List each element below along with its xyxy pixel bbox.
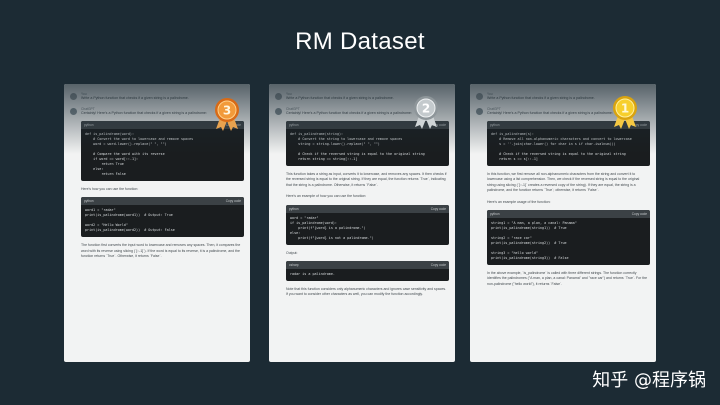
watermark: 知乎 @程序锅 xyxy=(592,370,706,391)
code-body: radar is a palindrome. xyxy=(290,272,335,277)
code-body: word1 = "radar" print(is_palindrome(word… xyxy=(85,208,175,233)
copy-code-button[interactable]: Copy code xyxy=(431,207,446,211)
copy-code-button[interactable]: Copy code xyxy=(632,212,647,216)
code-language: python xyxy=(84,123,94,127)
copy-code-button[interactable]: Copy code xyxy=(431,263,446,267)
code-body: string1 = "A man, a plan, a canal: Panam… xyxy=(491,221,577,261)
medal-icon-rank-2: 2 xyxy=(414,96,438,129)
response-card-rank-1: You Write a Python function that checks … xyxy=(470,84,656,362)
code-block-header: csharp Copy code xyxy=(286,261,449,270)
explanation-text: The function first converts the input wo… xyxy=(81,243,241,259)
assistant-avatar-icon xyxy=(476,108,483,115)
user-avatar-icon xyxy=(476,93,483,100)
medal-number: 1 xyxy=(621,102,629,116)
code-body: def is_palindrome(s): # Remove all non-a… xyxy=(491,132,632,161)
code-block: csharp Copy code radar is a palindrome. xyxy=(286,261,449,282)
code-block-header: python Copy code xyxy=(81,197,244,206)
copy-code-button[interactable]: Copy code xyxy=(226,199,241,203)
code-language: python xyxy=(84,199,94,204)
assistant-avatar-icon xyxy=(70,108,77,115)
user-avatar-icon xyxy=(70,93,77,100)
user-avatar-icon xyxy=(275,93,282,100)
code-body: def is_palindrome(string): # Convert the… xyxy=(290,132,425,161)
code-body: def is_palindrome(word): # Convert the w… xyxy=(85,132,194,176)
output-label: Output: xyxy=(286,250,298,255)
code-language: python xyxy=(490,212,500,217)
code-body: word = "radar" if is_palindrome(word): p… xyxy=(290,215,374,240)
explanation-text: Here's an example usage of the function: xyxy=(487,199,551,204)
code-language: python xyxy=(289,123,299,127)
code-language: csharp xyxy=(289,263,299,268)
medal-icon-rank-1: 1 xyxy=(613,96,637,129)
code-language: python xyxy=(289,206,299,211)
slide-title: RM Dataset xyxy=(295,28,425,55)
code-block: python Copy code word = "radar" if is_pa… xyxy=(286,204,449,245)
response-card-rank-2: You Write a Python function that checks … xyxy=(269,84,455,362)
code-block: python Copy code string1 = "A man, a pla… xyxy=(487,210,650,266)
explanation-text: In the above example, `is_palindrome` is… xyxy=(487,271,648,286)
code-block: python Copy code word1 = "radar" print(i… xyxy=(81,197,244,238)
code-language: python xyxy=(490,123,500,127)
code-block-header: python Copy code xyxy=(286,204,449,213)
assistant-avatar-icon xyxy=(275,108,282,115)
response-card-rank-3: You Write a Python function that checks … xyxy=(64,84,250,362)
explanation-text: Note that this function considers only a… xyxy=(286,287,447,297)
medal-icon-rank-3: 3 xyxy=(215,98,239,131)
medal-number: 2 xyxy=(422,102,430,116)
explanation-text: In this function, we first remove all no… xyxy=(487,172,640,193)
explanation-text: Here's an example of how you can use the… xyxy=(286,194,367,199)
medal-number: 3 xyxy=(223,104,231,118)
explanation-text: This function takes a string as input, c… xyxy=(286,172,447,187)
explanation-text: Here's how you can use the function: xyxy=(81,187,139,191)
code-block-header: python Copy code xyxy=(487,210,650,219)
